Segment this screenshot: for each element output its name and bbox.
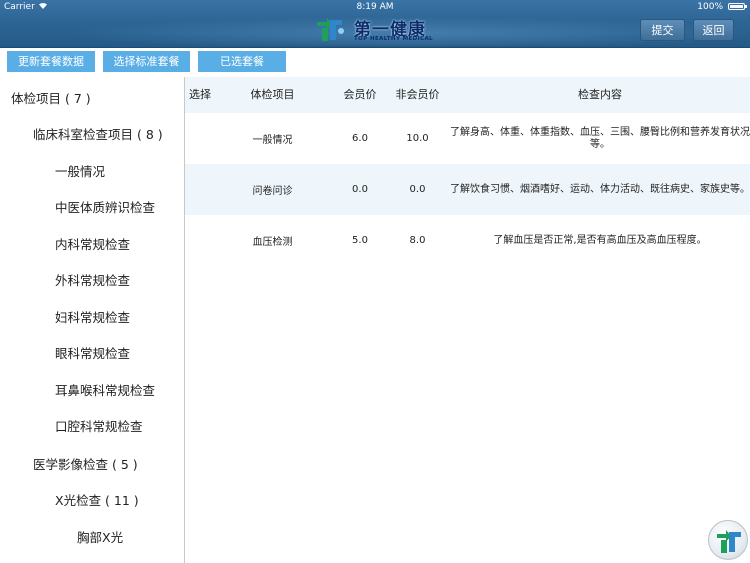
row-member-price: 0.0 [352,184,368,195]
column-header-non-member-price: 非会员价 [395,88,440,101]
tree-item-tcm-constitution[interactable]: 中医体质辨识检查 [55,197,155,216]
row-item-name: 问卷问诊 [252,186,293,197]
row-content: 了解身高、体重、体重指数、血压、三围、腰臀比例和营养发育状况等。 [450,126,750,150]
row-select-cell[interactable] [185,113,215,164]
tree-item-general[interactable]: 一般情况 [55,161,105,180]
app-logo-button-icon [717,530,741,553]
table-row[interactable]: 一般情况 6.0 10.0 了解身高、体重、体重指数、血压、三围、腰臀比例和营养… [185,113,750,164]
table-row[interactable]: 问卷问诊 0.0 0.0 了解饮食习惯、烟酒嗜好、运动、体力活动、既往病史、家族… [185,164,750,215]
tree-item-surgery[interactable]: 外科常规检查 [55,270,130,289]
app-logo-button[interactable] [708,520,748,560]
status-time: 8:19 AM [356,2,394,12]
tree-item-ent[interactable]: 耳鼻喉科常规检查 [55,380,155,399]
tree-item-dental[interactable]: 口腔科常规检查 [55,416,143,435]
battery-icon [728,3,747,10]
submit-button[interactable]: 提交 [640,19,685,41]
tree-item-exam-items[interactable]: 体检项目 ( 7 ) [11,88,91,107]
row-content: 了解饮食习惯、烟酒嗜好、运动、体力活动、既往病史、家族史等。 [450,183,750,195]
choose-standard-package-button[interactable]: 选择标准套餐 [103,51,190,72]
row-content: 了解血压是否正常,是否有高血压及高血压程度。 [493,234,707,246]
app-logo: 第一健康 TOP HEALTHY MEDICAL [314,14,444,44]
logo-english-text: TOP HEALTHY MEDICAL [354,36,434,42]
row-member-price: 5.0 [352,235,368,246]
selected-packages-button[interactable]: 已选套餐 [198,51,286,72]
row-non-member-price: 0.0 [409,184,426,195]
tree-item-internal-medicine[interactable]: 内科常规检查 [55,234,130,253]
update-package-data-button[interactable]: 更新套餐数据 [7,51,95,72]
tree-item-xray[interactable]: X光检查 ( 11 ) [55,490,139,509]
column-header-select: 选择 [189,88,211,101]
toolbar: 更新套餐数据 选择标准套餐 已选套餐 [0,48,750,76]
logo-mark-icon [317,18,344,41]
row-member-price: 6.0 [352,133,368,144]
column-header-content: 检查内容 [578,88,622,101]
status-bar: Carrier 8:19 AM 100% [0,0,750,14]
column-header-member-price: 会员价 [343,88,377,101]
back-button[interactable]: 返回 [693,19,734,41]
row-item-name: 血压检测 [252,237,293,248]
tree-item-medical-imaging[interactable]: 医学影像检查 ( 5 ) [33,454,138,473]
battery-percent: 100% [697,2,723,12]
row-non-member-price: 10.0 [406,133,429,144]
column-header-item: 体检项目 [250,88,295,101]
tree-item-gynecology[interactable]: 妇科常规检查 [55,307,130,326]
row-select-cell[interactable] [185,215,215,266]
row-select-cell[interactable] [185,164,215,215]
tree-item-chest-xray[interactable]: 胸部X光 [77,527,123,546]
row-non-member-price: 8.0 [409,235,426,246]
table-row[interactable]: 血压检测 5.0 8.0 了解血压是否正常,是否有高血压及高血压程度。 [185,215,750,266]
tree-item-ophthalmology[interactable]: 眼科常规检查 [55,343,130,362]
tree-item-clinical-dept[interactable]: 临床科室检查项目 ( 8 ) [33,124,163,143]
table-header: 选择 体检项目 会员价 非会员价 检查内容 [185,77,750,113]
row-item-name: 一般情况 [252,135,293,146]
